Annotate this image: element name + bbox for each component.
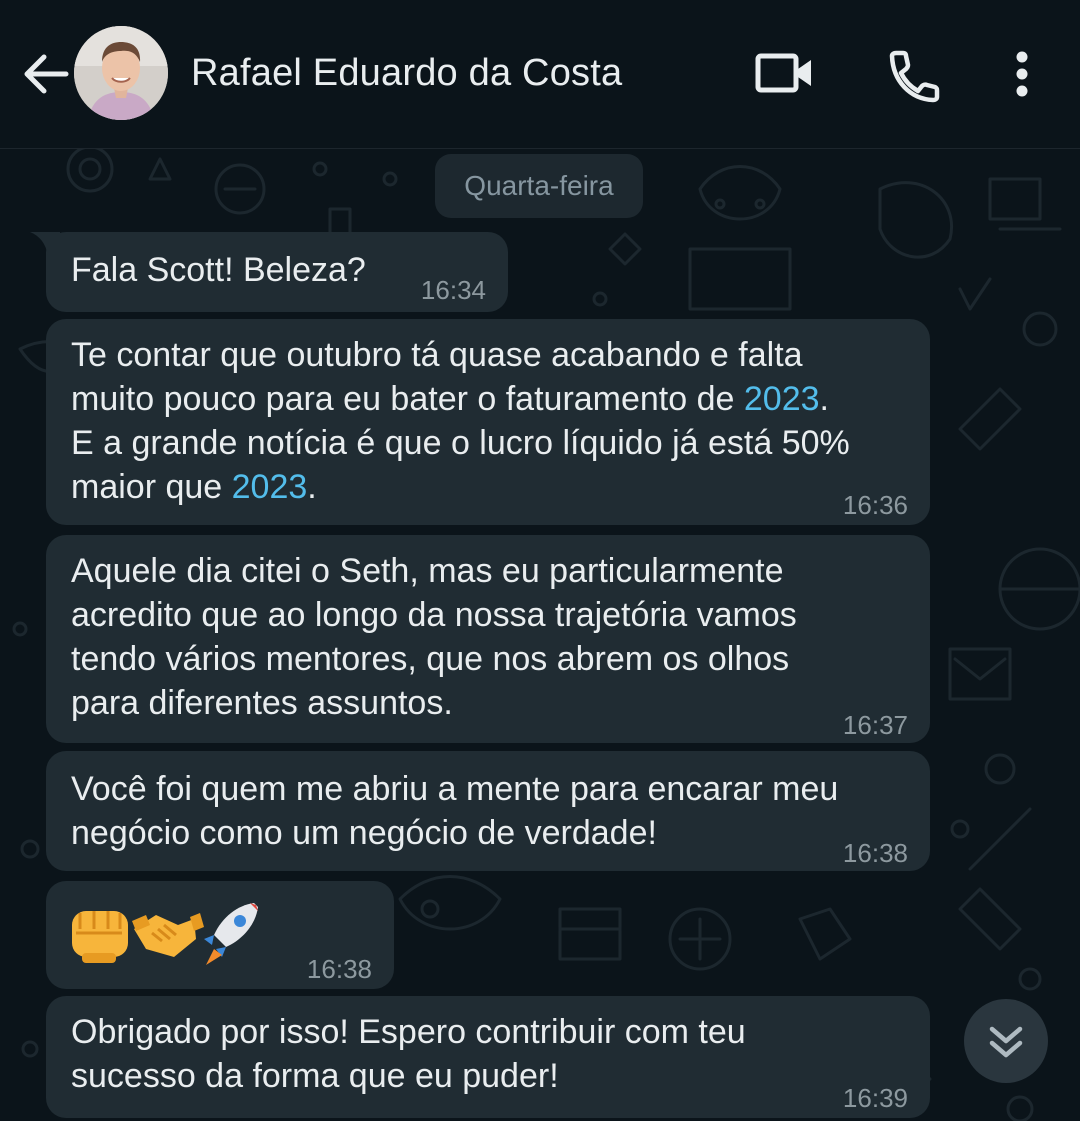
voice-call-icon[interactable] (884, 48, 940, 109)
message-line: muito pouco para eu bater o faturamento … (71, 377, 850, 421)
contact-name[interactable]: Rafael Eduardo da Costa (191, 52, 622, 95)
chat-area[interactable]: Quarta-feira Fala Scott! Beleza? 16:34 T… (0, 149, 1080, 1121)
message-line: maior que 2023. (71, 465, 850, 509)
message-time: 16:34 (420, 275, 486, 305)
video-call-icon[interactable] (755, 48, 815, 103)
message-text: Você foi quem me abriu a mente para enca… (71, 767, 838, 855)
date-link[interactable]: 2023 (744, 380, 820, 418)
message-text: Obrigado por isso! Espero contribuir com… (71, 1010, 746, 1098)
rocket-emoji (204, 903, 258, 965)
message-time: 16:38 (306, 954, 372, 984)
message-line: Obrigado por isso! Espero contribuir com… (71, 1013, 746, 1051)
scroll-to-bottom-button[interactable] (964, 999, 1048, 1083)
message-text: Aquele dia citei o Seth, mas eu particul… (71, 549, 797, 725)
more-options-icon[interactable] (1008, 50, 1036, 105)
message-bubble[interactable]: Você foi quem me abriu a mente para enca… (46, 751, 930, 871)
message-bubble[interactable]: Fala Scott! Beleza? 16:34 (30, 232, 508, 312)
message-text-segment: . (819, 380, 829, 418)
message-time: 16:38 (842, 838, 908, 868)
message-line: negócio como um negócio de verdade! (71, 814, 657, 852)
message-text-segment: maior que (71, 468, 232, 506)
message-line: E a grande notícia é que o lucro líquido… (71, 424, 850, 462)
message-bubble[interactable]: Obrigado por isso! Espero contribuir com… (46, 996, 930, 1118)
fist-emoji (72, 911, 128, 963)
back-arrow-icon[interactable] (18, 44, 72, 104)
message-text: Te contar que outubro tá quase acabando … (71, 333, 850, 509)
handshake-emoji (132, 913, 204, 957)
message-time: 16:37 (842, 710, 908, 740)
avatar[interactable] (74, 26, 168, 120)
message-time: 16:36 (842, 490, 908, 520)
message-text: Fala Scott! Beleza? (71, 251, 366, 289)
emoji-row (68, 899, 268, 980)
message-line: tendo vários mentores, que nos abrem os … (71, 640, 790, 678)
message-line: Te contar que outubro tá quase acabando … (71, 336, 803, 374)
message-line: sucesso da forma que eu puder! (71, 1057, 559, 1095)
message-bubble[interactable]: 16:38 (46, 881, 394, 989)
message-text-segment: muito pouco para eu bater o faturamento … (71, 380, 744, 418)
message-text-segment: . (307, 468, 317, 506)
message-bubble[interactable]: Te contar que outubro tá quase acabando … (46, 319, 930, 525)
message-line: acredito que ao longo da nossa trajetóri… (71, 596, 797, 634)
date-link[interactable]: 2023 (232, 468, 308, 506)
message-line: Você foi quem me abriu a mente para enca… (71, 770, 839, 808)
double-chevron-down-icon (989, 1026, 1023, 1058)
chat-header: Rafael Eduardo da Costa (0, 0, 1080, 149)
bubble-tail (30, 232, 60, 256)
day-separator: Quarta-feira (435, 154, 643, 218)
message-time: 16:39 (842, 1083, 908, 1113)
message-bubble[interactable]: Aquele dia citei o Seth, mas eu particul… (46, 535, 930, 743)
message-line: Aquele dia citei o Seth, mas eu particul… (71, 552, 784, 590)
message-line: para diferentes assuntos. (71, 684, 453, 722)
